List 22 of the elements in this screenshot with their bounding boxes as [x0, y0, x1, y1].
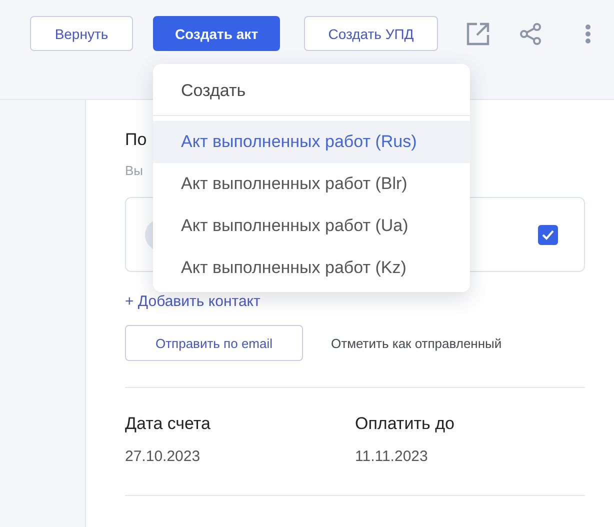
more-icon[interactable]	[585, 24, 591, 44]
menu-item[interactable]: Акт выполненных работ (Kz)	[153, 247, 470, 289]
share-icon[interactable]	[520, 23, 542, 45]
menu-item[interactable]: Акт выполненных работ (Ua)	[153, 205, 470, 247]
toolbar-button[interactable]: Создать акт	[153, 16, 280, 51]
menu-item[interactable]: Акт выполненных работ (Rus)	[153, 121, 470, 163]
section-hint: Вы	[125, 163, 144, 179]
external-link-icon[interactable]	[466, 22, 490, 46]
date-label: Оплатить до	[355, 414, 456, 434]
menu-header: Создать	[180, 80, 247, 102]
action-button[interactable]: Отправить по email	[125, 325, 303, 361]
toolbar-button[interactable]: Создать УПД	[304, 16, 438, 51]
menu-item[interactable]: Акт выполненных работ (Blr)	[153, 163, 470, 205]
date-label: Дата счета	[125, 414, 212, 434]
date-value: 11.11.2023	[355, 448, 429, 465]
date-value: 27.10.2023	[125, 448, 202, 465]
checkmark-icon	[542, 230, 554, 240]
toolbar-button[interactable]: Вернуть	[30, 16, 133, 51]
add-contact-link[interactable]: + Добавить контакт	[125, 293, 260, 310]
section-heading: По	[125, 130, 147, 151]
action-button[interactable]: Отметить как отправленный	[325, 334, 508, 352]
contact-checkbox[interactable]	[538, 224, 558, 244]
